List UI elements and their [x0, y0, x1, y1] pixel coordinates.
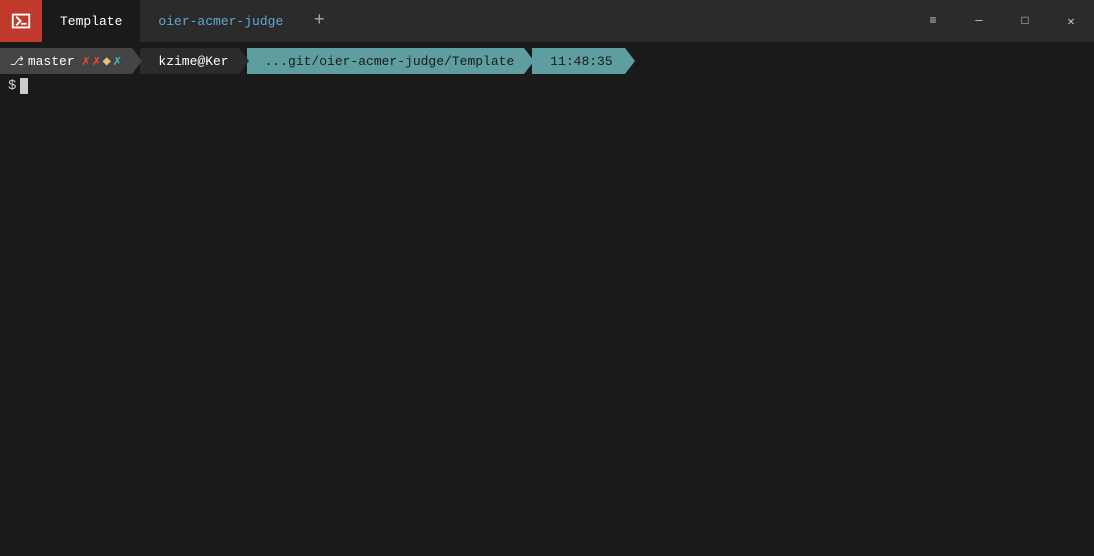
tab-oier-label: oier-acmer-judge — [158, 14, 283, 29]
git-segment: ⎇ master ✗ ✗ ◆ ✗ — [0, 48, 132, 74]
new-tab-button[interactable]: + — [301, 0, 337, 42]
close-button[interactable]: ✕ — [1048, 0, 1094, 42]
time-label: 11:48:35 — [550, 54, 612, 69]
shell-cursor — [20, 78, 28, 94]
titlebar: Template oier-acmer-judge + ≡ ─ □ ✕ — [0, 0, 1094, 42]
git-branch: master — [28, 54, 75, 69]
minimize-button[interactable]: ─ — [956, 0, 1002, 42]
user-label: kzime@Ker — [158, 54, 228, 69]
git-status-dot: ◆ — [103, 53, 111, 70]
tab-oier-acmer-judge[interactable]: oier-acmer-judge — [140, 0, 301, 42]
tab-template[interactable]: Template — [42, 0, 140, 42]
shell-input-line[interactable]: $ — [0, 74, 1094, 94]
window-controls: ≡ ─ □ ✕ — [910, 0, 1094, 42]
prompt-line: ⎇ master ✗ ✗ ◆ ✗ kzime@Ker ...git/oier-a… — [0, 42, 1094, 74]
time-segment: 11:48:35 — [532, 48, 624, 74]
terminal-icon — [10, 10, 32, 32]
path-segment: ...git/oier-acmer-judge/Template — [247, 48, 525, 74]
git-status-x1: ✗ — [82, 53, 90, 70]
maximize-button[interactable]: □ — [1002, 0, 1048, 42]
git-icon: ⎇ — [10, 54, 24, 69]
user-segment: kzime@Ker — [140, 48, 238, 74]
tab-template-label: Template — [60, 14, 122, 29]
app-logo — [0, 0, 42, 42]
git-status-x3: ✗ — [113, 53, 121, 70]
git-status-x2: ✗ — [92, 53, 100, 70]
path-label: ...git/oier-acmer-judge/Template — [265, 54, 515, 69]
menu-button[interactable]: ≡ — [910, 0, 956, 42]
shell-prompt: $ — [8, 78, 16, 94]
terminal-area[interactable]: ⎇ master ✗ ✗ ◆ ✗ kzime@Ker ...git/oier-a… — [0, 42, 1094, 556]
